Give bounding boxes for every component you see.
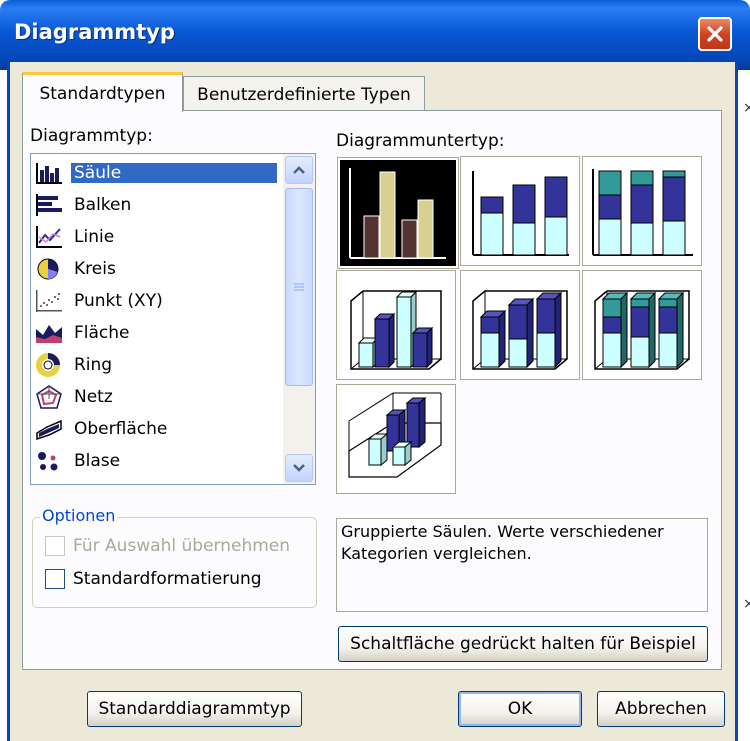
list-item-surface[interactable]: Oberfläche bbox=[35, 413, 283, 444]
subtype-3d-column[interactable] bbox=[336, 384, 456, 494]
tab-label: Benutzerdefinierte Typen bbox=[197, 84, 411, 105]
background-window-strip bbox=[741, 70, 750, 741]
area-chart-icon bbox=[35, 320, 63, 346]
list-scrollbar[interactable] bbox=[283, 154, 315, 484]
options-group-title: Optionen bbox=[40, 506, 118, 525]
background-edge-mark: × bbox=[743, 100, 750, 116]
options-group bbox=[32, 517, 317, 608]
list-item-radar[interactable]: Netz bbox=[35, 381, 283, 412]
preview-button[interactable]: Schaltfläche gedrückt halten für Beispie… bbox=[338, 626, 708, 662]
list-item-label: Netz bbox=[74, 386, 113, 407]
list-item-label: Säule bbox=[71, 162, 277, 183]
3d-percent-stacked-column-thumbnail bbox=[594, 290, 690, 370]
pie-chart-icon bbox=[35, 256, 63, 282]
list-item-label: Linie bbox=[74, 226, 115, 247]
radar-chart-icon bbox=[35, 384, 63, 410]
3d-clustered-column-thumbnail bbox=[350, 290, 442, 370]
window-title: Diagrammtyp bbox=[14, 20, 175, 44]
3d-column-thumbnail bbox=[348, 392, 442, 478]
list-item-pie[interactable]: Kreis bbox=[35, 253, 283, 284]
percent-stacked-column-thumbnail bbox=[592, 169, 693, 256]
close-button[interactable] bbox=[698, 17, 732, 51]
default-formatting-checkbox[interactable] bbox=[45, 569, 65, 589]
list-item-bubble[interactable]: Blase bbox=[35, 445, 283, 476]
set-default-chart-label: Standarddiagrammtyp bbox=[98, 699, 291, 719]
tab-label: Standardtypen bbox=[39, 83, 166, 104]
clustered-column-thumbnail bbox=[340, 160, 456, 266]
list-item-label: Fläche bbox=[74, 322, 130, 343]
scroll-thumb[interactable] bbox=[285, 188, 313, 386]
list-item-label: Ring bbox=[74, 354, 113, 375]
apply-to-selection-label: Für Auswahl übernehmen bbox=[73, 536, 291, 556]
ok-label: OK bbox=[507, 699, 533, 719]
surface-chart-icon bbox=[35, 416, 63, 442]
line-chart-icon bbox=[35, 224, 63, 250]
chart-type-list[interactable]: Säule Balken Linie Kreis Punkt (XY) Fläc… bbox=[30, 153, 316, 485]
scroll-down-button[interactable] bbox=[285, 454, 313, 482]
list-item-area[interactable]: Fläche bbox=[35, 317, 283, 348]
list-item-column[interactable]: Säule bbox=[35, 157, 283, 188]
column-chart-icon bbox=[35, 160, 63, 186]
list-item-scatter[interactable]: Punkt (XY) bbox=[35, 285, 283, 316]
background-edge-mark: × bbox=[743, 596, 750, 612]
list-item-bar[interactable]: Balken bbox=[35, 189, 283, 220]
subtype-stacked-column[interactable] bbox=[460, 156, 580, 266]
3d-stacked-column-thumbnail bbox=[472, 290, 568, 370]
subtype-3d-stacked-column[interactable] bbox=[460, 270, 580, 380]
cancel-label: Abbrechen bbox=[615, 699, 707, 719]
chart-type-label: Diagrammtyp: bbox=[30, 126, 153, 146]
grip-icon bbox=[294, 283, 304, 291]
tab-standard-types[interactable]: Standardtypen bbox=[22, 72, 183, 112]
cancel-button[interactable]: Abbrechen bbox=[597, 691, 725, 727]
set-default-chart-button[interactable]: Standarddiagrammtyp bbox=[87, 691, 302, 727]
bubble-chart-icon bbox=[35, 448, 63, 474]
subtype-label: Diagrammuntertyp: bbox=[336, 131, 505, 151]
subtype-3d-100-percent-stacked-column[interactable] bbox=[582, 270, 702, 380]
subtype-100-percent-stacked-column[interactable] bbox=[582, 156, 702, 266]
chevron-down-icon bbox=[293, 464, 305, 472]
list-item-label: Balken bbox=[74, 194, 132, 215]
subtype-3d-clustered-column[interactable] bbox=[336, 270, 456, 380]
subtype-clustered-column[interactable] bbox=[337, 157, 459, 269]
close-icon bbox=[707, 26, 723, 42]
list-item-label: Blase bbox=[74, 450, 121, 471]
list-item-label: Oberfläche bbox=[74, 418, 168, 439]
ok-button[interactable]: OK bbox=[458, 691, 582, 727]
apply-to-selection-checkbox[interactable] bbox=[45, 536, 65, 556]
default-formatting-label: Standardformatierung bbox=[73, 569, 262, 589]
scatter-chart-icon bbox=[35, 288, 63, 314]
list-item-label: Punkt (XY) bbox=[74, 290, 163, 311]
preview-button-label: Schaltfläche gedrückt halten für Beispie… bbox=[350, 634, 696, 654]
subtype-description: Gruppierte Säulen. Werte verschiedener K… bbox=[336, 518, 708, 612]
doughnut-chart-icon bbox=[35, 352, 63, 378]
title-bar[interactable]: Diagrammtyp bbox=[0, 0, 750, 70]
list-item-label: Kreis bbox=[74, 258, 116, 279]
bar-chart-icon bbox=[35, 192, 63, 218]
list-item-doughnut[interactable]: Ring bbox=[35, 349, 283, 380]
chevron-up-icon bbox=[293, 166, 305, 174]
list-item-line[interactable]: Linie bbox=[35, 221, 283, 252]
tab-custom-types[interactable]: Benutzerdefinierte Typen bbox=[183, 76, 425, 112]
scroll-up-button[interactable] bbox=[285, 156, 313, 184]
stacked-column-thumbnail bbox=[472, 171, 569, 256]
